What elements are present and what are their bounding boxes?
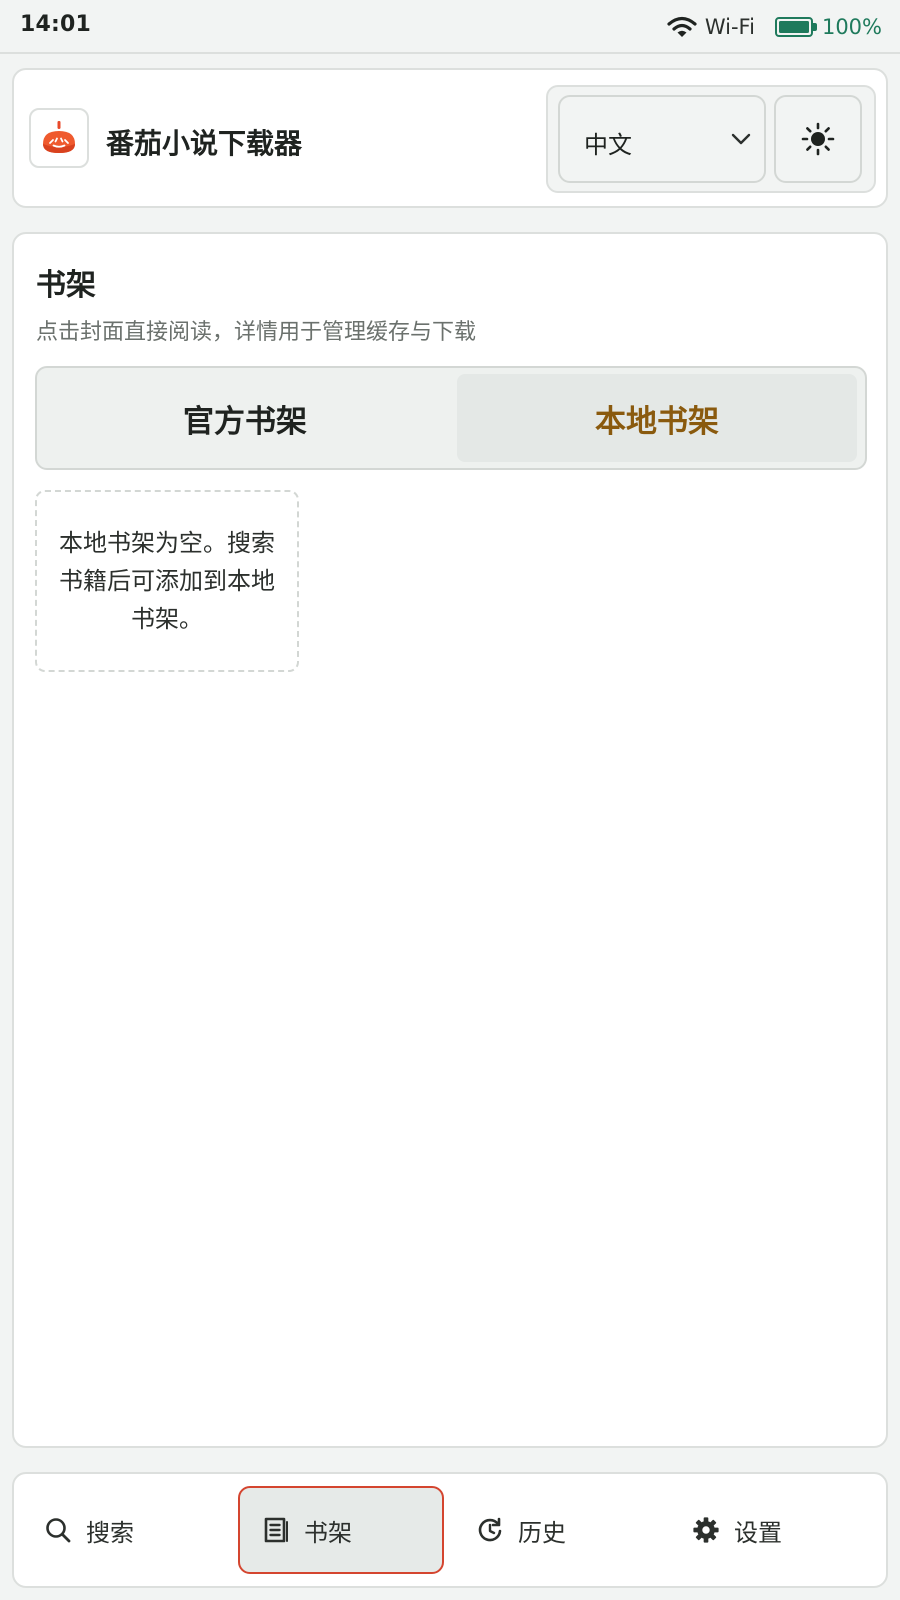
bookshelf-panel: 书架 点击封面直接阅读，详情用于管理缓存与下载 官方书架 本地书架 本地书架为空… <box>12 232 888 1448</box>
battery-label: 100% <box>821 15 882 39</box>
battery-icon <box>774 16 817 38</box>
sun-icon <box>801 122 835 156</box>
nav-label-settings: 设置 <box>734 1518 782 1547</box>
nav-item-bookshelf[interactable]: 书架 <box>238 1486 444 1574</box>
history-icon <box>476 1516 504 1544</box>
gear-icon <box>692 1516 720 1544</box>
page-subtitle: 点击封面直接阅读，详情用于管理缓存与下载 <box>36 320 477 345</box>
nav-label-bookshelf: 书架 <box>304 1518 352 1547</box>
app-logo <box>29 108 89 168</box>
empty-state-message: 本地书架为空。搜索书籍后可添加到本地书架。 <box>59 529 275 633</box>
status-time: 14:01 <box>20 12 92 37</box>
app-title: 番茄小说下载器 <box>106 127 303 160</box>
bookshelf-icon <box>262 1516 290 1544</box>
app-header: 番茄小说下载器 中文 <box>12 68 888 208</box>
tab-local-bookshelf[interactable]: 本地书架 <box>457 374 857 462</box>
battery-level-fill <box>778 21 809 33</box>
nav-label-history: 历史 <box>518 1518 566 1547</box>
page-title: 书架 <box>36 268 96 303</box>
tab-official-bookshelf[interactable]: 官方书架 <box>45 374 445 462</box>
tomato-download-icon <box>43 121 75 153</box>
status-bar: 14:01 Wi-Fi 100% <box>0 0 900 54</box>
nav-item-history[interactable]: 历史 <box>454 1486 660 1574</box>
nav-label-search: 搜索 <box>86 1518 134 1547</box>
language-select-value: 中文 <box>584 131 632 159</box>
nav-item-settings[interactable]: 设置 <box>670 1486 876 1574</box>
language-select[interactable]: 中文 <box>558 95 766 183</box>
bottom-nav: 搜索 书架 历史 设置 <box>12 1472 888 1588</box>
wifi-label: Wi-Fi <box>704 15 755 39</box>
status-indicators: Wi-Fi 100% <box>667 12 882 42</box>
nav-item-search[interactable]: 搜索 <box>22 1486 228 1574</box>
empty-state: 本地书架为空。搜索书籍后可添加到本地书架。 <box>35 490 299 672</box>
chevron-down-icon <box>731 133 751 145</box>
bookshelf-tabs: 官方书架 本地书架 <box>35 366 867 470</box>
wifi-icon <box>667 16 697 37</box>
header-controls: 中文 <box>546 85 876 193</box>
search-icon <box>44 1516 72 1544</box>
theme-toggle-button[interactable] <box>774 95 862 183</box>
